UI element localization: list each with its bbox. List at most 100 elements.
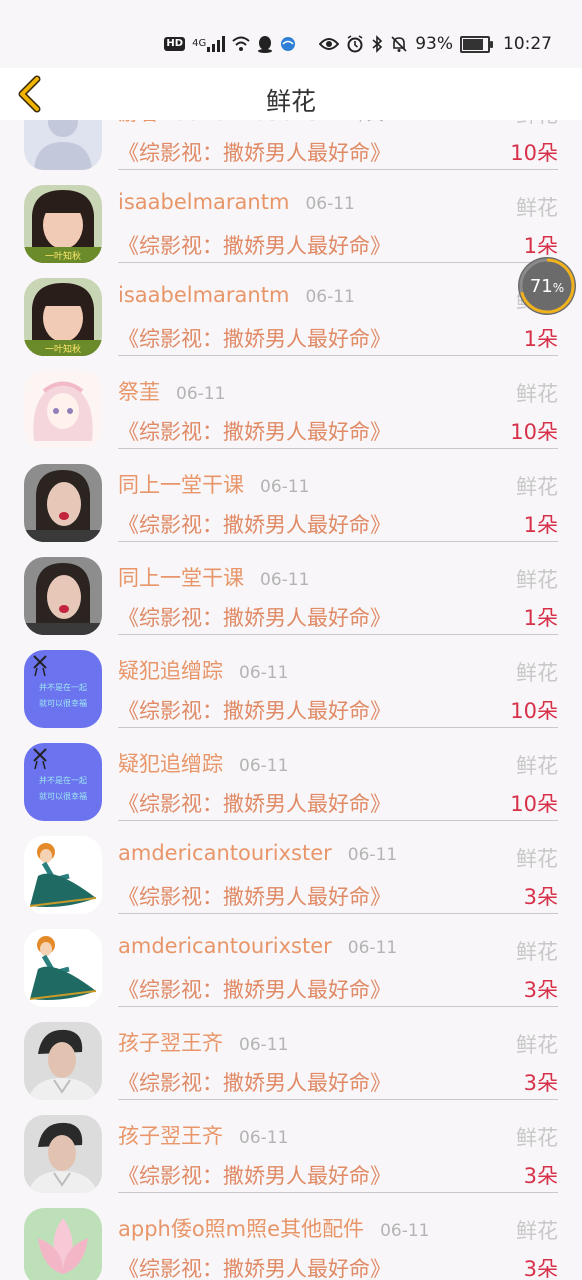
work-title[interactable]: 《综影视：撒娇男人最好命》	[118, 137, 391, 167]
work-title[interactable]: 《综影视：撒娇男人最好命》	[118, 974, 391, 1004]
list-item[interactable]: 并不是在一起 就可以很幸福 疑犯追缯踪 06-11 鲜花 《综影视：撒娇男人最好命》 10朵	[0, 631, 582, 728]
dancing-doll-avatar[interactable]	[24, 836, 102, 914]
work-title[interactable]: 《综影视：撒娇男人最好命》	[118, 230, 391, 260]
name-line: 孩子翌王齐 06-11	[118, 1120, 288, 1150]
man-photo-avatar[interactable]	[24, 1022, 102, 1100]
user-name[interactable]: 孩子翌王齐	[118, 1120, 223, 1150]
gift-type: 鲜花	[516, 661, 558, 685]
list-item[interactable]: 游客16076118504​52 昨天 22:36 鲜花《综影视：撒娇男人最好命》 1…	[0, 120, 582, 170]
gift-list[interactable]: 游客16076118504​52昨天 22:36鲜花《综影视：撒娇男人最好命》1…	[0, 120, 582, 1280]
list-item[interactable]: 并不是在一起 就可以很幸福 疑犯追缯踪 06-11 鲜花 《综影视：撒娇男人最好命》 10朵	[0, 724, 582, 821]
gift-type: 鲜花	[516, 475, 558, 499]
gift-date: 06-11	[260, 477, 310, 497]
list-item[interactable]: 同上一堂干课 06-11 鲜花 《综影视：撒娇男人最好命》 1朵	[0, 445, 582, 542]
gift-type: 鲜花	[516, 382, 558, 406]
clock-time: 10:27	[503, 34, 552, 54]
dancing-doll-avatar[interactable]	[24, 929, 102, 1007]
user-name[interactable]: apph倭o照m照e其他配件	[118, 1213, 364, 1243]
flower-count: 3朵	[523, 1257, 558, 1280]
user-name[interactable]: 祭茥	[118, 376, 160, 406]
name-line: 同上一堂干课 06-11	[118, 469, 309, 499]
floating-ball-value: 71%	[529, 275, 565, 297]
gift-date: 06-11	[239, 756, 289, 776]
work-title[interactable]: 《综影视：撒娇男人最好命》	[118, 881, 391, 911]
user-name[interactable]: amdericantourixster	[118, 934, 332, 958]
list-item[interactable]: 孩子翌王齐 06-11 鲜花 《综影视：撒娇男人最好命》 3朵	[0, 1003, 582, 1100]
girl-photo-avatar[interactable]: 一叶知秋	[24, 278, 102, 356]
status-bar: HD 4G 93% 10:27	[0, 0, 582, 68]
gift-date: 06-11	[239, 1128, 289, 1148]
user-name[interactable]: 同上一堂干课	[118, 469, 244, 499]
blue-text-avatar[interactable]: 并不是在一起 就可以很幸福	[24, 743, 102, 821]
work-title[interactable]: 《综影视：撒娇男人最好命》	[118, 323, 391, 353]
alarm-icon	[346, 34, 364, 54]
flower-count: 1朵	[523, 606, 558, 630]
name-line: 孩子翌王齐 06-11	[118, 1027, 288, 1057]
floating-ball[interactable]: 71%	[518, 257, 576, 315]
user-name[interactable]: 疑犯追缯踪	[118, 655, 223, 685]
work-title[interactable]: 《综影视：撒娇男人最好命》	[118, 695, 391, 725]
user-name[interactable]: 孩子翌王齐	[118, 1027, 223, 1057]
gift-type: 鲜花	[516, 1219, 558, 1243]
wifi-icon	[232, 34, 250, 54]
status-icons: HD 4G 93% 10:27	[164, 31, 552, 57]
gift-date: 06-11	[380, 1221, 430, 1241]
gift-date: 06-11	[239, 663, 289, 683]
list-item[interactable]: 同上一堂干课 06-11 鲜花 《综影视：撒娇男人最好命》 1朵	[0, 538, 582, 635]
work-title[interactable]: 《综影视：撒娇男人最好命》	[118, 602, 391, 632]
flower-count: 10朵	[510, 792, 558, 816]
gift-date: 06-11	[305, 287, 355, 307]
list-item[interactable]: 祭茥 06-11 鲜花《综影视：撒娇男人最好命》 10朵	[0, 352, 582, 449]
svg-text:并不是在一起: 并不是在一起	[39, 682, 87, 692]
user-name[interactable]: 疑犯追缯踪	[118, 748, 223, 778]
user-name[interactable]: isaabelmarantm	[118, 283, 289, 307]
girl-photo-avatar[interactable]: 一叶知秋	[24, 185, 102, 263]
gift-type: 鲜花	[516, 568, 558, 592]
work-title[interactable]: 《综影视：撒娇男人最好命》	[118, 416, 391, 446]
list-item[interactable]: 一叶知秋isaabelmarantm06-11鲜花《综影视：撒娇男人最好命》1朵	[0, 259, 582, 356]
default-avatar[interactable]	[24, 120, 102, 170]
battery-icon	[460, 35, 493, 53]
man-photo-avatar[interactable]	[24, 1115, 102, 1193]
name-line: apph倭o照m照e其他配件 06-11	[118, 1213, 429, 1243]
mute-icon	[390, 34, 408, 54]
work-title[interactable]: 《综影视：撒娇男人最好命》	[118, 788, 391, 818]
gift-date: 06-11	[347, 938, 398, 958]
girl-selfie-avatar[interactable]	[24, 464, 102, 542]
name-line: amdericantourixster 06-11	[118, 934, 397, 964]
work-title[interactable]: 《综影视：撒娇男人最好命》	[118, 1160, 391, 1190]
user-name[interactable]: 游客16076118504​52	[118, 120, 334, 127]
girl-selfie-avatar[interactable]	[24, 557, 102, 635]
name-line: 祭茥 06-11	[118, 376, 225, 406]
work-title[interactable]: 《综影视：撒娇男人最好命》	[118, 509, 391, 539]
list-item[interactable]: 一叶知秋isaabelmarantm06-11鲜花《综影视：撒娇男人最好命》1朵	[0, 166, 582, 263]
flower-count: 10朵	[510, 420, 558, 444]
name-line: isaabelmarantm 06-11	[118, 190, 355, 220]
flower-count: 3朵	[523, 885, 558, 909]
lotus-flower-avatar[interactable]	[24, 1208, 102, 1280]
user-name[interactable]: amdericantourixster	[118, 841, 332, 865]
battery-percent: 93%	[415, 34, 453, 54]
name-line: amdericantourixster 06-11	[118, 841, 397, 871]
list-item[interactable]: amdericantourixster 06-11 鲜花 《综影视：撒娇男人最好命》 3…	[0, 910, 582, 1007]
svg-text:就可以很幸福: 就可以很幸福	[39, 791, 87, 801]
eye-icon	[319, 34, 340, 54]
list-item[interactable]: amdericantourixster 06-11 鲜花《综影视：撒娇男人最好命》 3…	[0, 817, 582, 914]
list-item[interactable]: 孩子翌王齐 06-11 鲜花 《综影视：撒娇男人最好命》 3朵	[0, 1096, 582, 1193]
blue-text-avatar[interactable]: 并不是在一起 就可以很幸福	[24, 650, 102, 728]
work-title[interactable]: 《综影视：撒娇男人最好命》	[118, 1253, 391, 1280]
list-item[interactable]: apph倭o照m照e其他配件 06-11 鲜花《综影视：撒娇男人最好命》 3朵	[0, 1189, 582, 1280]
gift-date: 06-11	[176, 384, 226, 404]
name-line: isaabelmarantm 06-11	[118, 283, 355, 313]
gift-type: 鲜花	[516, 120, 558, 129]
gift-type: 鲜花	[516, 847, 558, 871]
anime-girl-avatar[interactable]	[24, 371, 102, 449]
page-title: 鲜花	[265, 87, 316, 116]
user-name[interactable]: isaabelmarantm	[118, 190, 289, 214]
flower-count: 10朵	[510, 141, 558, 165]
work-title[interactable]: 《综影视：撒娇男人最好命》	[118, 1067, 391, 1097]
gift-date: 06-11	[239, 1035, 289, 1055]
user-name[interactable]: 同上一堂干课	[118, 562, 244, 592]
gift-date: 06-11	[305, 194, 355, 214]
name-line: 游客16076118504​52 昨天 22:36	[118, 120, 438, 127]
